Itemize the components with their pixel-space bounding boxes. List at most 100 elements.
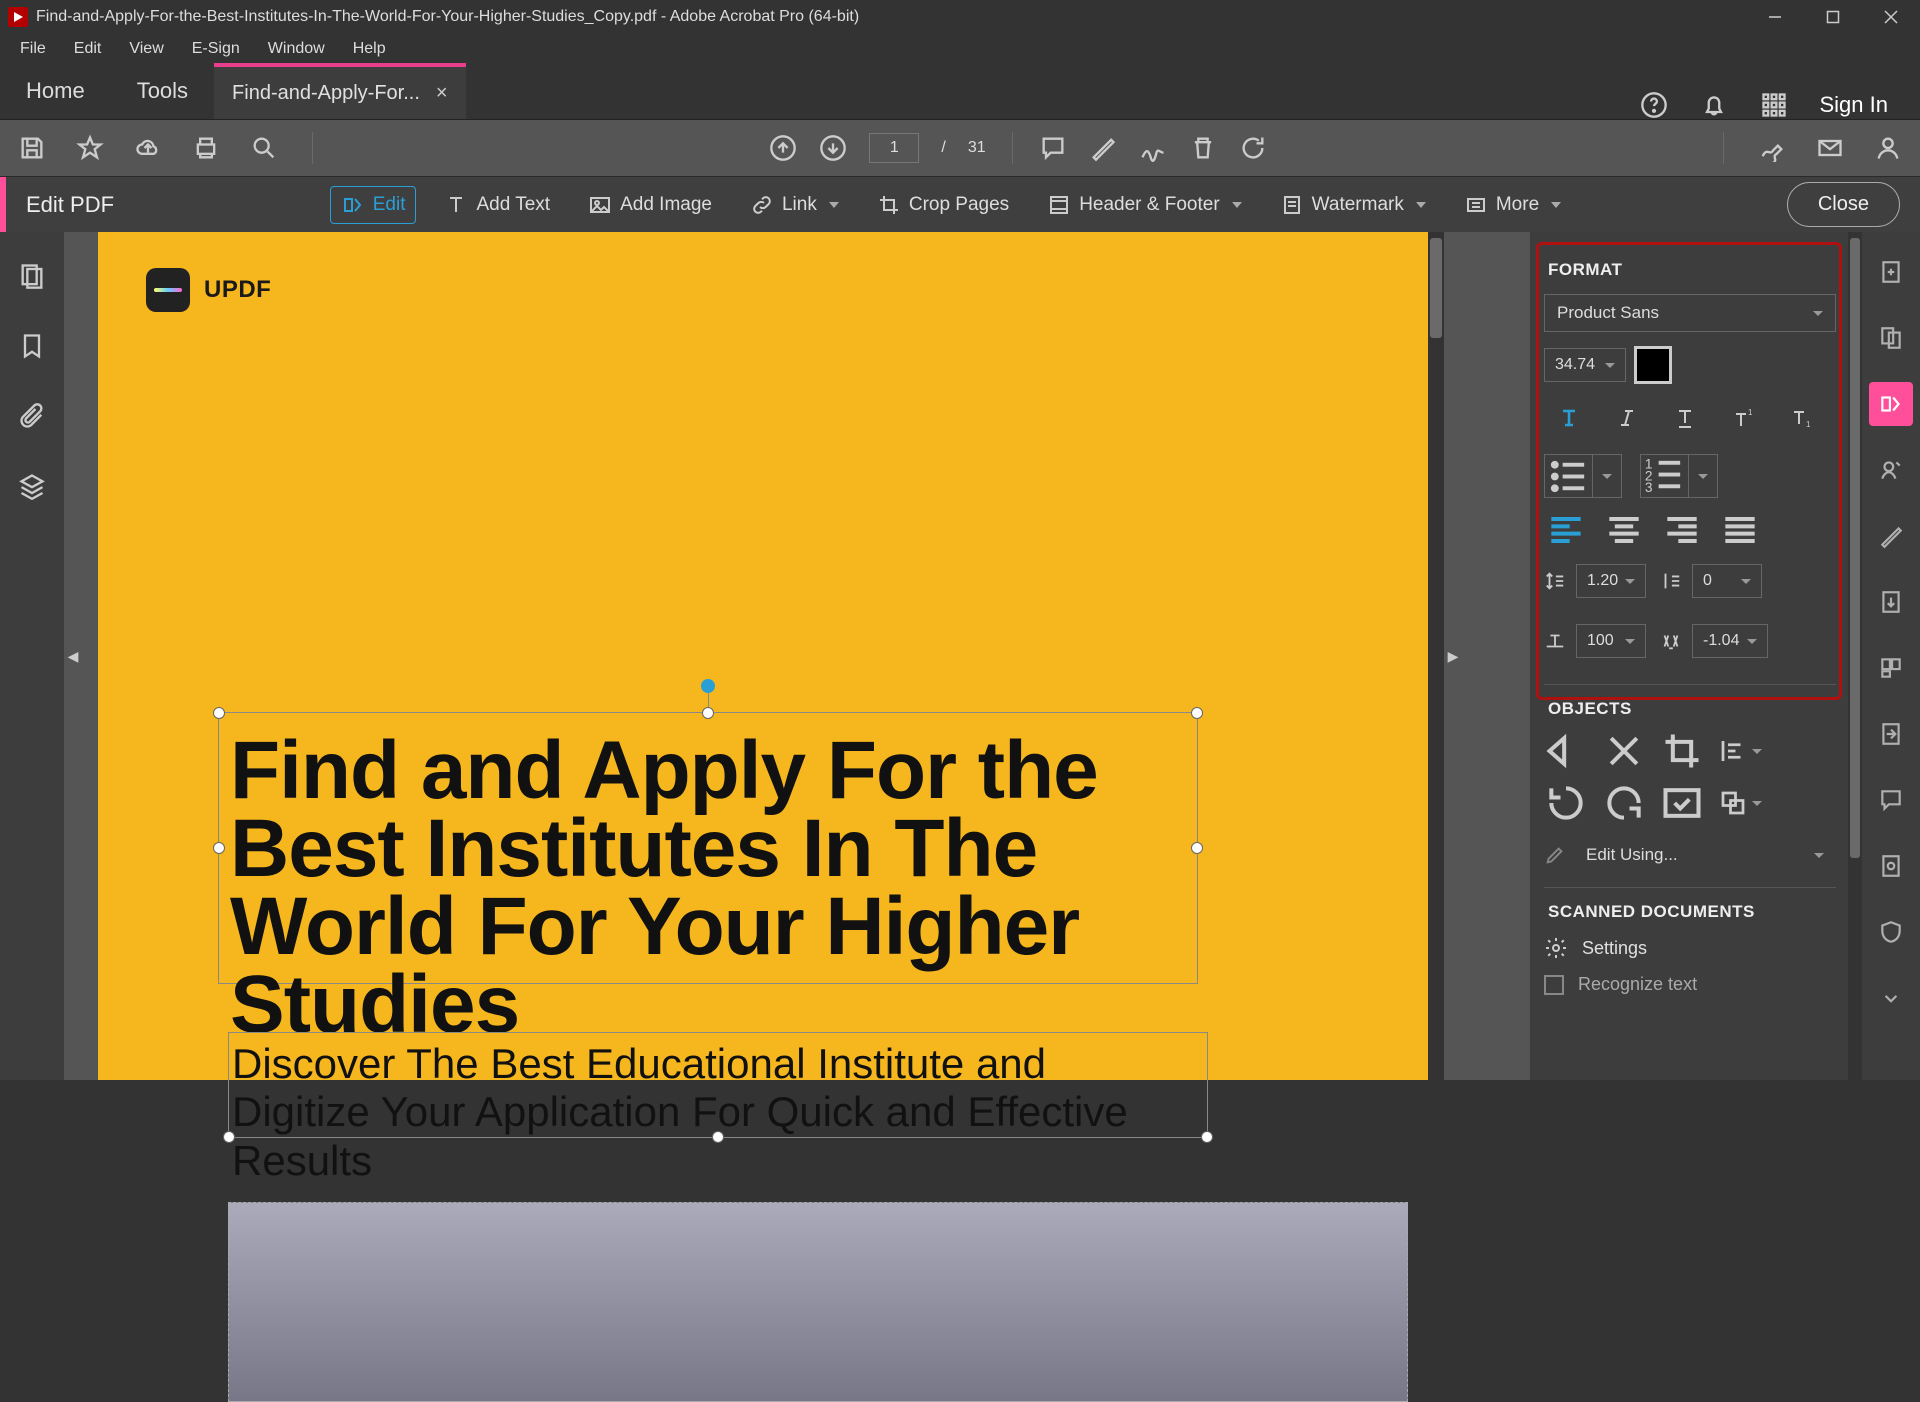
bullet-list-button[interactable]: [1544, 454, 1622, 498]
help-icon[interactable]: [1640, 91, 1668, 119]
collapse-right-icon[interactable]: ▶: [1444, 232, 1462, 1080]
share-cloud-icon[interactable]: [134, 134, 162, 162]
close-window-button[interactable]: [1862, 0, 1920, 34]
font-family-dropdown[interactable]: Product Sans: [1544, 294, 1836, 332]
close-tab-icon[interactable]: ×: [436, 82, 448, 105]
font-color-swatch[interactable]: [1634, 346, 1672, 384]
link-button[interactable]: Link: [740, 187, 849, 223]
bookmark-icon[interactable]: [18, 332, 46, 360]
menu-file[interactable]: File: [8, 36, 58, 62]
image-placeholder[interactable]: [228, 1202, 1408, 1402]
export-pdf-icon[interactable]: [1869, 580, 1913, 624]
align-left-button[interactable]: [1544, 512, 1588, 548]
rotate-ccw-button[interactable]: [1544, 785, 1588, 821]
subscript-button[interactable]: 1: [1778, 398, 1824, 438]
menu-esign[interactable]: E-Sign: [180, 36, 252, 62]
rotate-handle-icon[interactable]: [701, 679, 715, 693]
protect-icon[interactable]: [1869, 910, 1913, 954]
search-icon[interactable]: [250, 134, 278, 162]
sign-icon[interactable]: [1139, 134, 1167, 162]
char-spacing-icon: [1660, 630, 1682, 652]
rotate-cw-button[interactable]: [1602, 785, 1646, 821]
align-center-button[interactable]: [1602, 512, 1646, 548]
subtitle-text[interactable]: Discover The Best Educational Institute …: [232, 1040, 1172, 1185]
collapse-left-icon[interactable]: ◀: [64, 232, 82, 1080]
replace-image-button[interactable]: [1660, 785, 1704, 821]
font-size-dropdown[interactable]: 34.74: [1544, 348, 1626, 382]
horizontal-scale-dropdown[interactable]: 100: [1576, 624, 1646, 658]
apps-icon[interactable]: [1760, 91, 1788, 119]
combine-files-icon[interactable]: [1869, 316, 1913, 360]
align-right-button[interactable]: [1660, 512, 1704, 548]
add-text-button[interactable]: Add Text: [434, 187, 560, 223]
close-button[interactable]: Close: [1787, 182, 1900, 227]
thumbnails-icon[interactable]: [18, 262, 46, 290]
numbered-list-button[interactable]: 123: [1640, 454, 1718, 498]
menu-view[interactable]: View: [117, 36, 175, 62]
character-spacing-dropdown[interactable]: -1.04: [1692, 624, 1768, 658]
menu-edit[interactable]: Edit: [62, 36, 114, 62]
save-icon[interactable]: [18, 134, 46, 162]
comment-tool-icon[interactable]: [1869, 778, 1913, 822]
flip-horizontal-button[interactable]: [1544, 733, 1588, 769]
fill-sign-icon[interactable]: [1758, 134, 1786, 162]
highlight-icon[interactable]: [1089, 134, 1117, 162]
minimize-button[interactable]: [1746, 0, 1804, 34]
menu-help[interactable]: Help: [341, 36, 398, 62]
more-tools-icon[interactable]: [1869, 976, 1913, 1020]
attachments-icon[interactable]: [18, 402, 46, 430]
email-icon[interactable]: [1816, 134, 1844, 162]
crop-pages-button[interactable]: Crop Pages: [867, 187, 1019, 223]
arrange-button[interactable]: [1718, 785, 1762, 821]
organize-pages-icon[interactable]: [1869, 646, 1913, 690]
line-spacing-dropdown[interactable]: 1.20: [1576, 564, 1646, 598]
tab-tools[interactable]: Tools: [111, 63, 214, 119]
tab-document[interactable]: Find-and-Apply-For... ×: [214, 63, 466, 119]
page-scrollbar[interactable]: [1428, 232, 1444, 1080]
page-up-icon[interactable]: [769, 134, 797, 162]
italic-button[interactable]: [1604, 398, 1650, 438]
send-for-comments-icon[interactable]: [1869, 712, 1913, 756]
bold-button[interactable]: [1546, 398, 1592, 438]
document-page[interactable]: UPDF Find and Apply For the Best Institu…: [98, 232, 1428, 1080]
settings-link[interactable]: Settings: [1582, 938, 1647, 959]
panel-scrollbar[interactable]: [1848, 232, 1862, 1080]
paragraph-spacing-dropdown[interactable]: 0: [1692, 564, 1762, 598]
edit-button[interactable]: Edit: [330, 186, 417, 224]
format-panel: FORMAT Product Sans 34.74 1 1 123: [1530, 232, 1848, 1080]
bell-icon[interactable]: [1700, 91, 1728, 119]
maximize-button[interactable]: [1804, 0, 1862, 34]
create-pdf-icon[interactable]: [1869, 250, 1913, 294]
fill-and-sign-icon[interactable]: [1869, 514, 1913, 558]
align-justify-button[interactable]: [1718, 512, 1762, 548]
more-button[interactable]: More: [1454, 187, 1571, 223]
page-down-icon[interactable]: [819, 134, 847, 162]
header-footer-button[interactable]: Header & Footer: [1037, 187, 1251, 223]
scan-ocr-icon[interactable]: [1869, 844, 1913, 888]
menu-window[interactable]: Window: [256, 36, 337, 62]
rotate-icon[interactable]: [1239, 134, 1267, 162]
comment-icon[interactable]: [1039, 134, 1067, 162]
underline-button[interactable]: [1662, 398, 1708, 438]
recognize-checkbox[interactable]: [1544, 975, 1564, 995]
flip-vertical-button[interactable]: [1602, 733, 1646, 769]
align-objects-button[interactable]: [1718, 733, 1762, 769]
add-image-button[interactable]: Add Image: [578, 187, 722, 223]
superscript-button[interactable]: 1: [1720, 398, 1766, 438]
watermark-button[interactable]: Watermark: [1270, 187, 1436, 223]
account-icon[interactable]: [1874, 134, 1902, 162]
trash-icon[interactable]: [1189, 134, 1217, 162]
headline-text[interactable]: Find and Apply For the Best Institutes I…: [230, 732, 1190, 1044]
layers-icon[interactable]: [18, 472, 46, 500]
page-number-input[interactable]: [869, 133, 919, 163]
sign-in-button[interactable]: Sign In: [1820, 92, 1889, 118]
edit-pdf-icon[interactable]: [1869, 382, 1913, 426]
brand-logo-icon: [146, 268, 190, 312]
crop-object-button[interactable]: [1660, 733, 1704, 769]
tab-document-label: Find-and-Apply-For...: [232, 82, 420, 105]
star-icon[interactable]: [76, 134, 104, 162]
print-icon[interactable]: [192, 134, 220, 162]
edit-using-dropdown[interactable]: Edit Using...: [1574, 837, 1836, 873]
request-signatures-icon[interactable]: [1869, 448, 1913, 492]
tab-home[interactable]: Home: [0, 63, 111, 119]
